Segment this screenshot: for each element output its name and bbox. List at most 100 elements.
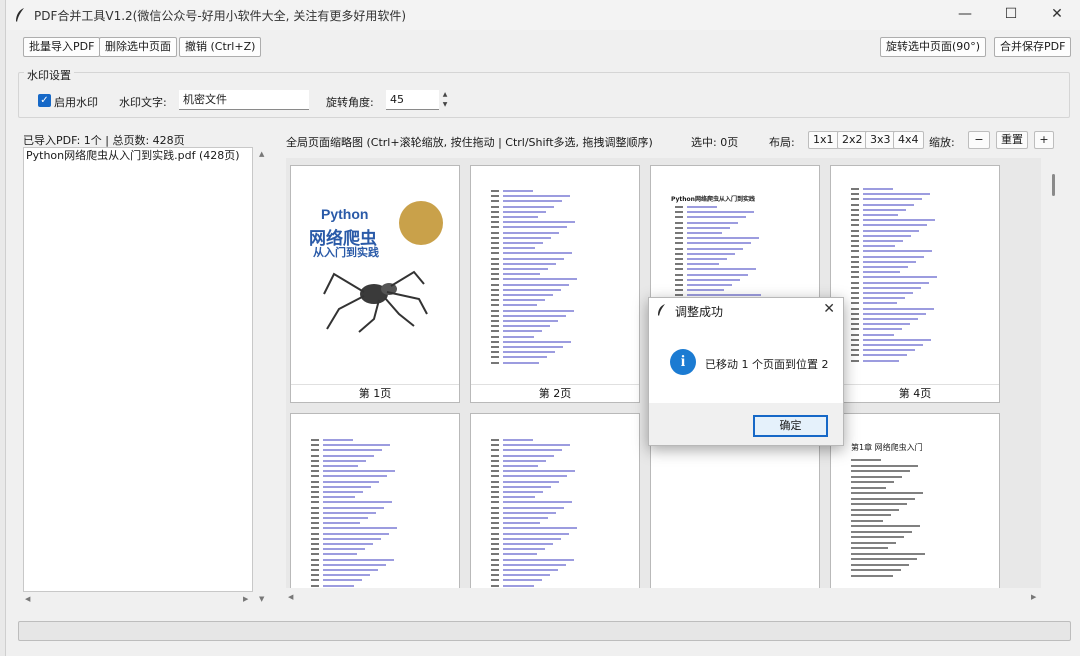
zoom-reset-button[interactable]: 重置 xyxy=(996,131,1028,149)
toc-line xyxy=(687,247,743,250)
undo-button[interactable]: 撤销 (Ctrl+Z) xyxy=(179,37,262,57)
toc-line xyxy=(863,203,914,206)
toc-line xyxy=(863,328,902,331)
toc-line-number xyxy=(311,496,319,499)
toc-line xyxy=(503,288,561,291)
toc-line-number xyxy=(851,250,859,253)
rotate-selected-button[interactable]: 旋转选中页面(90°) xyxy=(880,37,987,57)
toc-line xyxy=(851,486,886,489)
enable-watermark-label[interactable]: 启用水印 xyxy=(54,94,98,110)
toc-line-number xyxy=(675,211,683,214)
toc-line-number xyxy=(851,240,859,242)
toc-line xyxy=(863,188,893,190)
toc-line xyxy=(503,491,543,493)
layout-4x4-button[interactable]: 4x4 xyxy=(893,131,924,149)
toc-line-number xyxy=(851,312,859,315)
toc-line-number xyxy=(491,449,499,452)
scroll-right-icon[interactable]: ▶ xyxy=(1031,593,1036,601)
toc-line-number xyxy=(491,444,499,447)
scroll-down-icon[interactable]: ▼ xyxy=(259,595,264,603)
toc-line-number xyxy=(311,522,319,525)
cover-badge xyxy=(399,201,443,245)
canvas-horizontal-scrollbar[interactable]: ◀ ▶ xyxy=(286,591,1041,603)
toc-line-number xyxy=(675,278,683,281)
toc-line xyxy=(851,536,904,538)
toc-line xyxy=(863,229,919,232)
toc-line xyxy=(503,210,546,213)
ok-button[interactable]: 确定 xyxy=(753,415,828,437)
toc-line-number xyxy=(851,286,859,289)
scroll-right-icon[interactable]: ▶ xyxy=(243,595,248,603)
toc-line xyxy=(503,470,575,473)
toc-line xyxy=(687,221,738,224)
watermark-text-input[interactable]: 机密文件 xyxy=(179,90,309,110)
toc-line-number xyxy=(675,258,683,260)
toc-line xyxy=(503,351,555,354)
minimize-button[interactable]: — xyxy=(942,0,988,30)
cover-title: Python xyxy=(321,206,369,222)
toc-line-number xyxy=(491,335,499,338)
toc-line xyxy=(851,569,901,571)
toc-line-number xyxy=(851,281,859,284)
page-thumbnail-6[interactable] xyxy=(470,413,640,588)
layout-2x2-button[interactable]: 2x2 xyxy=(837,131,868,149)
toc-line-number xyxy=(675,206,683,208)
toc-lines xyxy=(291,414,459,588)
toc-line xyxy=(323,439,353,441)
scrollbar-thumb[interactable] xyxy=(1052,174,1055,196)
scroll-left-icon[interactable]: ◀ xyxy=(25,595,30,603)
toc-line xyxy=(851,503,907,505)
toc-line xyxy=(503,205,554,208)
list-item[interactable]: Python网络爬虫从入门到实践.pdf (428页) xyxy=(24,148,252,164)
toc-line-number xyxy=(491,356,499,359)
toc-line xyxy=(851,514,891,516)
toc-line-number xyxy=(491,543,499,545)
batch-import-button[interactable]: 批量导入PDF xyxy=(23,37,101,57)
layout-3x3-button[interactable]: 3x3 xyxy=(865,131,896,149)
enable-watermark-checkbox[interactable]: ✓ xyxy=(38,94,51,107)
toc-line xyxy=(503,522,540,525)
rotation-angle-stepper[interactable]: ▲ ▼ xyxy=(439,90,451,110)
pdf-file-list[interactable]: Python网络爬虫从入门到实践.pdf (428页) xyxy=(23,147,253,592)
canvas-vertical-scrollbar[interactable] xyxy=(1048,158,1060,588)
toc-line-number xyxy=(675,247,683,250)
toc-line xyxy=(503,511,556,514)
delete-selected-button[interactable]: 删除选中页面 xyxy=(99,37,177,57)
toc-line-number xyxy=(491,288,499,291)
toc-lines xyxy=(471,414,639,588)
toc-line-number xyxy=(311,485,319,488)
layout-1x1-button[interactable]: 1x1 xyxy=(808,131,839,149)
toc-line xyxy=(863,250,932,253)
toc-line xyxy=(503,574,550,577)
toc-lines xyxy=(471,166,639,402)
toc-line-number xyxy=(491,242,499,244)
page-thumbnail-8[interactable]: 第1章 网络爬虫入门 xyxy=(830,413,1000,588)
page-thumbnail-1[interactable]: Python 网络爬虫 从入门到实践 第 1页 xyxy=(290,165,460,403)
toc-line-number xyxy=(491,309,499,312)
toc-line-number xyxy=(491,470,499,473)
dialog-close-button[interactable]: ✕ xyxy=(823,301,835,317)
file-list-vertical-scrollbar[interactable]: ▲ ▼ xyxy=(257,147,269,605)
page-thumbnail-2[interactable]: 第 2页 xyxy=(470,165,640,403)
window-title: PDF合并工具V1.2(微信公众号-好用小软件大全, 关注有更多好用软件) xyxy=(34,9,406,23)
page-thumbnail-5[interactable] xyxy=(290,413,460,588)
file-list-horizontal-scrollbar[interactable]: ◀ ▶ xyxy=(23,593,253,605)
dialog-title: 调整成功 xyxy=(675,305,724,319)
toc-line-number xyxy=(311,475,319,478)
merge-save-button[interactable]: 合并保存PDF xyxy=(994,37,1072,57)
scroll-up-icon[interactable]: ▲ xyxy=(259,150,264,158)
toc-line xyxy=(503,340,571,343)
toc-line-number xyxy=(851,219,859,222)
toc-line xyxy=(863,333,894,336)
maximize-button[interactable]: ☐ xyxy=(988,0,1034,30)
close-button[interactable]: ✕ xyxy=(1034,0,1080,30)
thumbnail-hint: 全局页面缩略图 (Ctrl+滚轮缩放, 按住拖动 | Ctrl/Shift多选,… xyxy=(286,136,653,149)
toc-line xyxy=(503,563,566,566)
zoom-in-button[interactable]: + xyxy=(1034,131,1054,149)
scroll-left-icon[interactable]: ◀ xyxy=(288,593,293,601)
toc-line xyxy=(503,449,562,452)
page-thumbnail-4[interactable]: 第 4页 xyxy=(830,165,1000,403)
toc-line-number xyxy=(311,563,319,566)
rotation-angle-input[interactable]: 45 xyxy=(386,90,439,110)
zoom-out-button[interactable]: − xyxy=(968,131,990,149)
